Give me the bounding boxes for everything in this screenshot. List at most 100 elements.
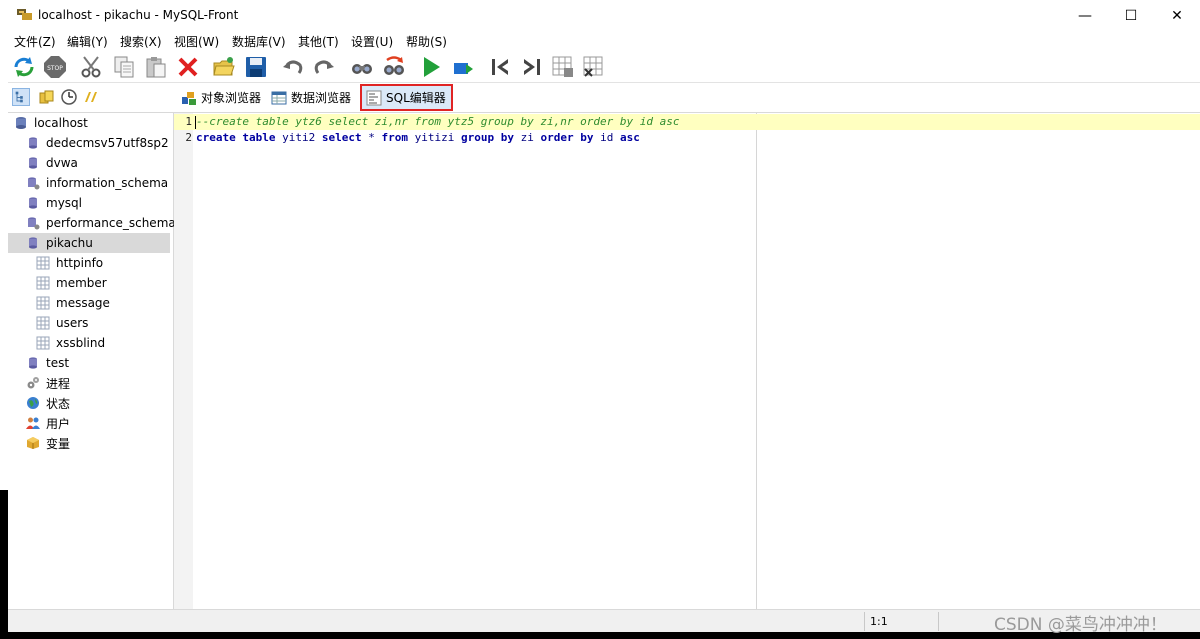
svg-text:STOP: STOP: [47, 65, 63, 72]
table-icon: [36, 276, 50, 290]
text-caret: [195, 116, 196, 129]
find-icon[interactable]: [350, 55, 374, 79]
cut-icon[interactable]: [80, 55, 104, 79]
maximize-button[interactable]: ☐: [1108, 0, 1154, 31]
menu-edit[interactable]: 编辑(Y): [67, 33, 108, 50]
line-number-gutter: [174, 113, 193, 610]
background-strip: [0, 490, 8, 639]
right-margin-line: [756, 113, 757, 610]
table-icon: [36, 296, 50, 310]
code-text: --create table ytz6 select zi,nr from yt…: [196, 115, 680, 128]
menu-other[interactable]: 其他(T): [298, 33, 339, 50]
background-left: [0, 0, 8, 490]
first-record-icon[interactable]: [488, 55, 512, 79]
status-separator: [938, 612, 939, 631]
menu-database[interactable]: 数据库(V): [232, 33, 286, 50]
tree-item-variables[interactable]: 变量: [26, 433, 188, 453]
tree-item-label: message: [56, 296, 110, 310]
open-icon[interactable]: [212, 55, 236, 79]
tree-item-label: dvwa: [46, 156, 78, 170]
close-button[interactable]: ✕: [1154, 0, 1200, 31]
maximize-icon: ☐: [1124, 7, 1138, 24]
code-line[interactable]: 2 create table yiti2 select * from yitiz…: [174, 130, 1200, 146]
tree-item-label: 进程: [46, 376, 71, 391]
mysql-front-app-icon: [17, 9, 32, 20]
tree-item-database[interactable]: performance_schema: [26, 213, 176, 233]
tree-item-status[interactable]: 状态: [26, 393, 188, 413]
minimize-button[interactable]: —: [1062, 0, 1108, 31]
delete-icon[interactable]: [176, 55, 200, 79]
run-icon[interactable]: [419, 55, 443, 79]
history-icon[interactable]: [60, 88, 78, 106]
tree-item-database-selected[interactable]: pikachu: [8, 233, 170, 253]
tree-item-database[interactable]: dedecmsv57utf8sp2: [26, 133, 188, 153]
tree-item-database[interactable]: information_schema: [26, 173, 188, 193]
sql-editor[interactable]: 1 --create table ytz6 select zi,nr from …: [174, 112, 1200, 610]
data-browser-icon: [271, 91, 287, 104]
tab-object-browser-label: 对象浏览器: [201, 91, 262, 105]
tree-item-label: httpinfo: [56, 256, 104, 270]
tree-item-database[interactable]: dvwa: [26, 153, 188, 173]
tree-item-label: dedecmsv57utf8sp2: [46, 136, 169, 150]
globe-icon: [27, 397, 39, 409]
database-icon: [29, 157, 37, 169]
window-title: localhost - pikachu - MySQL-Front: [38, 8, 239, 22]
box-icon: [27, 437, 39, 449]
close-icon: ✕: [1171, 7, 1183, 24]
menu-search[interactable]: 搜索(X): [120, 33, 162, 50]
sql-editor-icon: [366, 90, 382, 105]
last-record-icon[interactable]: [520, 55, 544, 79]
stop-icon[interactable]: STOP: [43, 55, 67, 79]
tree-item-label: xssblind: [56, 336, 106, 350]
menu-bar: 文件(Z) 编辑(Y) 搜索(X) 视图(W) 数据库(V) 其他(T) 设置(…: [8, 31, 1200, 51]
tree-item-label: member: [56, 276, 107, 290]
title-bar: localhost - pikachu - MySQL-Front — ☐ ✕: [8, 0, 1200, 31]
save-icon[interactable]: [244, 55, 268, 79]
tree-item-label: 用户: [46, 416, 71, 431]
run-selection-icon[interactable]: [451, 55, 475, 79]
tree-item-users[interactable]: 用户: [26, 413, 188, 433]
table-icon: [36, 316, 50, 330]
replace-icon[interactable]: [382, 55, 406, 79]
redo-icon[interactable]: [312, 55, 336, 79]
code-line[interactable]: 1 --create table ytz6 select zi,nr from …: [174, 114, 1200, 130]
insert-record-icon[interactable]: [551, 55, 575, 79]
undo-icon[interactable]: [281, 55, 305, 79]
copy-icon[interactable]: [112, 55, 136, 79]
users-icon: [26, 417, 40, 429]
database-icon: [29, 237, 37, 249]
paste-icon[interactable]: [144, 55, 168, 79]
delete-record-icon[interactable]: [582, 55, 606, 79]
tree-item-localhost[interactable]: localhost: [14, 113, 176, 133]
system-database-icon: [28, 217, 40, 230]
bookmarks-icon[interactable]: [38, 88, 56, 106]
tab-sql-editor[interactable]: SQL编辑器: [360, 84, 453, 111]
tab-data-browser[interactable]: 数据浏览器: [267, 84, 355, 111]
minimize-icon: —: [1078, 7, 1092, 24]
cursor-position: 1:1: [870, 615, 888, 628]
tree-item-label: localhost: [34, 116, 88, 130]
line-number: 1: [185, 115, 192, 128]
menu-help[interactable]: 帮助(S): [406, 33, 447, 50]
tab-data-browser-label: 数据浏览器: [291, 91, 352, 105]
menu-view[interactable]: 视图(W): [174, 33, 219, 50]
tree-item-database[interactable]: test: [26, 353, 188, 373]
tree-item-label: pikachu: [46, 236, 93, 250]
app-window: localhost - pikachu - MySQL-Front — ☐ ✕ …: [8, 0, 1200, 632]
database-tree: localhost dedecmsv57utf8sp2 dvwa informa…: [8, 112, 176, 609]
menu-file[interactable]: 文件(Z): [14, 33, 56, 50]
menu-settings[interactable]: 设置(U): [351, 33, 393, 50]
refresh-icon[interactable]: [12, 55, 36, 79]
tree-item-label: 变量: [46, 436, 71, 451]
tab-sql-editor-label: SQL编辑器: [386, 91, 446, 105]
tree-item-label: users: [56, 316, 89, 330]
table-icon: [36, 256, 50, 270]
navigator-icon[interactable]: [12, 88, 30, 106]
system-database-icon: [28, 177, 40, 190]
tab-object-browser[interactable]: 对象浏览器: [177, 84, 265, 111]
table-icon: [36, 336, 50, 350]
sql-history-icon[interactable]: [82, 88, 100, 106]
tree-item-database[interactable]: mysql: [26, 193, 188, 213]
server-icon: [16, 117, 26, 129]
tree-item-processes[interactable]: 进程: [26, 373, 188, 393]
